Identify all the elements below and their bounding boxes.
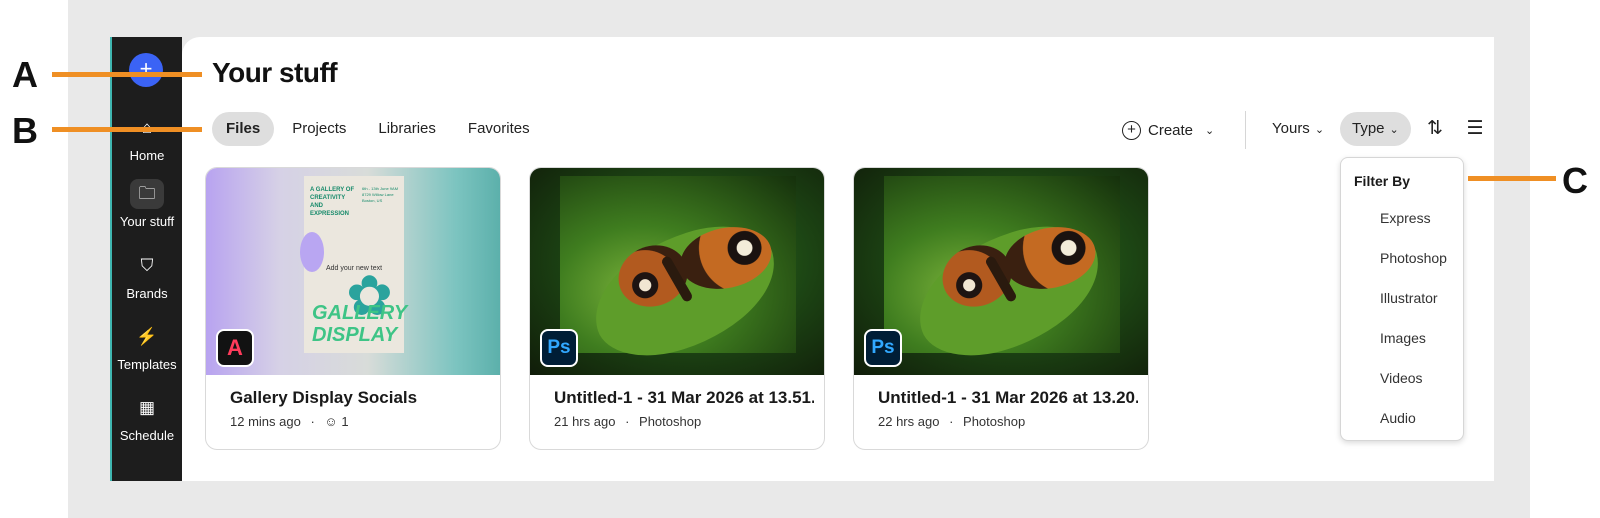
- rail-item-brands[interactable]: ⛉ Brands: [112, 251, 182, 301]
- new-button[interactable]: +: [129, 53, 163, 87]
- rail-label-schedule: Schedule: [119, 428, 175, 443]
- rail-item-schedule[interactable]: ▦ Schedule: [112, 393, 182, 443]
- callout-line-b: [52, 127, 202, 132]
- rail-label-brands: Brands: [126, 286, 168, 301]
- rail-label-home: Home: [129, 148, 165, 163]
- file-card[interactable]: A GALLERY OF CREATIVITY AND EXPRESSION 6…: [205, 167, 501, 450]
- filter-option-audio[interactable]: Audio: [1380, 410, 1416, 426]
- chevron-down-icon: ⌄: [1389, 124, 1399, 136]
- file-thumbnail: A GALLERY OF CREATIVITY AND EXPRESSION 6…: [206, 168, 500, 375]
- meta-separator: ·: [625, 414, 630, 429]
- file-meta: 12 mins ago · ☺ 1: [230, 414, 349, 429]
- file-name: Gallery Display Socials: [230, 388, 418, 407]
- content-tabs: Files Projects Libraries Favorites: [212, 112, 544, 146]
- rail-item-your-stuff[interactable]: 🗀 Your stuff: [112, 179, 182, 229]
- collaborators-icon: ☺: [324, 414, 338, 429]
- sort-icon[interactable]: ⇅: [1422, 115, 1448, 143]
- photoshop-app-icon: Ps: [864, 329, 902, 367]
- type-filter-dropdown[interactable]: Type ⌄: [1340, 112, 1411, 146]
- callout-line-c: [1468, 176, 1556, 181]
- main-content: Your stuff Files Projects Libraries Favo…: [182, 37, 1494, 481]
- photoshop-app-icon: Ps: [540, 329, 578, 367]
- chevron-down-icon: ⌄: [1314, 124, 1325, 136]
- filter-option-express[interactable]: Express: [1380, 210, 1431, 226]
- filter-option-images[interactable]: Images: [1380, 330, 1426, 346]
- page-title: Your stuff: [212, 57, 338, 88]
- file-app: Photoshop: [963, 414, 1026, 429]
- tab-files[interactable]: Files: [212, 112, 275, 146]
- create-button[interactable]: + Create ⌄: [1122, 115, 1214, 145]
- file-time: 12 mins ago: [230, 414, 301, 429]
- file-name: Untitled-1 - 31 Mar 2026 at 13.51.…: [554, 388, 814, 407]
- collaborator-count: 1: [341, 414, 349, 429]
- rail-item-templates[interactable]: ⚡ Templates: [112, 322, 182, 372]
- file-thumbnail: Ps: [854, 168, 1148, 375]
- filter-menu-heading: Filter By: [1354, 173, 1411, 189]
- rail-label-templates: Templates: [117, 357, 177, 372]
- app-rail: + ⌂ Home 🗀 Your stuff ⛉ Brands ⚡ Templat…: [110, 37, 182, 481]
- file-time: 22 hrs ago: [878, 414, 940, 429]
- tab-projects[interactable]: Projects: [278, 112, 360, 146]
- toolbar-divider: [1245, 111, 1246, 149]
- calendar-icon: ▦: [138, 398, 156, 417]
- file-card[interactable]: Ps Untitled-1 - 31 Mar 2026 at 13.20.… 2…: [853, 167, 1149, 450]
- tab-libraries[interactable]: Libraries: [364, 112, 450, 146]
- butterfly-photo: [884, 176, 1120, 373]
- file-app: Photoshop: [639, 414, 702, 429]
- callout-label-c: C: [1562, 160, 1588, 201]
- file-name: Untitled-1 - 31 Mar 2026 at 13.20.…: [878, 388, 1138, 407]
- express-app-icon: A: [216, 329, 254, 367]
- callout-line-a: [52, 72, 202, 77]
- rail-item-home[interactable]: ⌂ Home: [112, 113, 182, 163]
- filter-option-photoshop[interactable]: Photoshop: [1380, 250, 1447, 266]
- meta-separator: ·: [949, 414, 954, 429]
- file-meta: 21 hrs ago · Photoshop: [554, 414, 701, 429]
- file-thumbnail: Ps: [530, 168, 824, 375]
- rail-label-your-stuff: Your stuff: [119, 214, 175, 229]
- type-filter-label: Type: [1352, 120, 1385, 137]
- file-time: 21 hrs ago: [554, 414, 616, 429]
- poster-headline: GALLERY DISPLAY: [312, 302, 407, 346]
- chevron-down-icon: ⌄: [1205, 124, 1215, 137]
- poster-preview: A GALLERY OF CREATIVITY AND EXPRESSION 6…: [300, 176, 407, 353]
- meta-separator: ·: [310, 414, 315, 429]
- callout-label-a: A: [12, 54, 38, 95]
- file-meta: 22 hrs ago · Photoshop: [878, 414, 1025, 429]
- poster-details: 6th - 13th June 9AM 8729 Willow Lane Bos…: [362, 186, 399, 203]
- callout-label-b: B: [12, 110, 38, 151]
- poster-shape: [300, 232, 324, 272]
- file-card[interactable]: Ps Untitled-1 - 31 Mar 2026 at 13.51.… 2…: [529, 167, 825, 450]
- templates-icon: ⚡: [136, 327, 158, 346]
- folder-icon: 🗀: [130, 179, 164, 209]
- filter-menu: Filter By Express Photoshop Illustrator …: [1340, 157, 1464, 441]
- butterfly-photo: [560, 176, 796, 373]
- create-label: Create: [1148, 121, 1194, 139]
- tab-favorites[interactable]: Favorites: [454, 112, 544, 146]
- brand-shield-icon: ⛉: [140, 256, 154, 275]
- plus-circle-icon: +: [1122, 120, 1141, 140]
- owner-filter-dropdown[interactable]: Yours ⌄: [1260, 112, 1336, 146]
- screenshot-stage: + ⌂ Home 🗀 Your stuff ⛉ Brands ⚡ Templat…: [0, 0, 1600, 518]
- poster-title: A GALLERY OF CREATIVITY AND EXPRESSION: [310, 187, 355, 217]
- filter-option-videos[interactable]: Videos: [1380, 370, 1423, 386]
- list-view-icon[interactable]: ☰: [1462, 115, 1488, 143]
- filter-option-illustrator[interactable]: Illustrator: [1380, 290, 1438, 306]
- owner-filter-label: Yours: [1272, 120, 1310, 137]
